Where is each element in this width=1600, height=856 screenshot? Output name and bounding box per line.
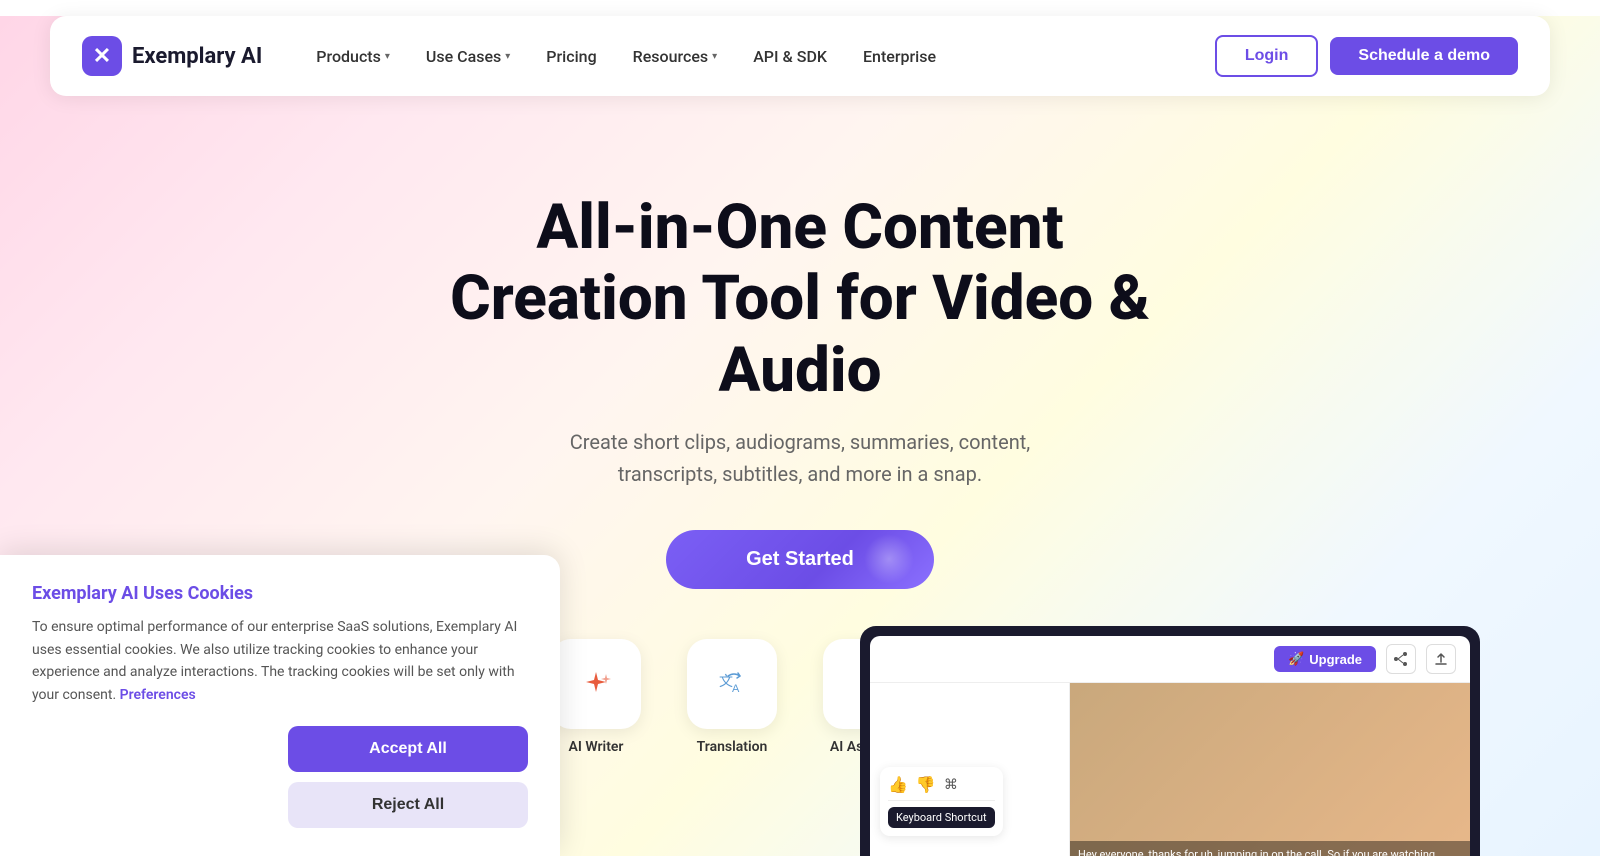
reaction-divider (888, 800, 995, 801)
app-video-area: Hey everyone, thanks for uh, jumping in … (1070, 683, 1470, 856)
feature-translation[interactable]: 文 A Translation (672, 639, 792, 755)
hero-subtitle: Create short clips, audiograms, summarie… (530, 426, 1070, 490)
cookie-preferences-link[interactable]: Preferences (120, 687, 196, 703)
keyboard-shortcut-badge: Keyboard Shortcut (888, 807, 995, 828)
nav-use-cases[interactable]: Use Cases ▾ (412, 39, 524, 74)
get-started-button[interactable]: Get Started (666, 530, 934, 589)
nav-links: Products ▾ Use Cases ▾ Pricing Resources… (302, 39, 1215, 74)
reaction-bar: 👍 👎 ⌘ Keyboard Shortcut (880, 767, 1003, 836)
nav-products[interactable]: Products ▾ (302, 39, 404, 74)
app-sidebar: 👍 👎 ⌘ Keyboard Shortcut (870, 683, 1070, 856)
logo-text: Exemplary AI (132, 44, 262, 69)
cookie-banner: Exemplary AI Uses Cookies To ensure opti… (0, 555, 560, 856)
hero-title: All-in-One Content Creation Tool for Vid… (440, 192, 1160, 406)
video-placeholder: Hey everyone, thanks for uh, jumping in … (1070, 683, 1470, 856)
login-button[interactable]: Login (1215, 35, 1319, 77)
chevron-down-icon: ▾ (505, 51, 510, 62)
logo-icon: ✕ (82, 36, 122, 76)
chevron-down-icon: ▾ (712, 51, 717, 62)
nav-api-sdk[interactable]: API & SDK (739, 39, 841, 74)
share-icon-btn[interactable] (1386, 644, 1416, 674)
svg-text:文: 文 (719, 673, 733, 689)
nav-resources[interactable]: Resources ▾ (619, 39, 732, 74)
transcript-overlay: Hey everyone, thanks for uh, jumping in … (1070, 841, 1470, 856)
cmd-shortcut: ⌘ (944, 777, 958, 793)
app-toolbar: 🚀 Upgrade (870, 636, 1470, 683)
reaction-row-thumbs: 👍 👎 ⌘ (888, 775, 995, 794)
cookie-title: Exemplary AI Uses Cookies (32, 583, 528, 604)
nav-pricing[interactable]: Pricing (532, 39, 610, 74)
ai-writer-icon-box (551, 639, 641, 729)
translation-label: Translation (697, 739, 768, 755)
thumbs-up-icon[interactable]: 👍 (888, 775, 908, 794)
cookie-text: To ensure optimal performance of our ent… (32, 616, 528, 706)
chevron-down-icon: ▾ (385, 51, 390, 62)
rocket-icon: 🚀 (1288, 651, 1304, 667)
ai-writer-label: AI Writer (569, 739, 624, 755)
cookie-buttons: Accept All Reject All (288, 726, 528, 828)
reject-all-button[interactable]: Reject All (288, 782, 528, 828)
app-preview: 🚀 Upgrade (860, 626, 1480, 856)
translation-icon-box: 文 A (687, 639, 777, 729)
schedule-demo-button[interactable]: Schedule a demo (1330, 37, 1518, 75)
nav-actions: Login Schedule a demo (1215, 35, 1518, 77)
navbar: ✕ Exemplary AI Products ▾ Use Cases ▾ Pr… (50, 16, 1550, 96)
upload-icon-btn[interactable] (1426, 644, 1456, 674)
accept-all-button[interactable]: Accept All (288, 726, 528, 772)
nav-enterprise[interactable]: Enterprise (849, 39, 950, 74)
app-content: 👍 👎 ⌘ Keyboard Shortcut Hey everyone, th… (870, 683, 1470, 856)
thumbs-down-icon[interactable]: 👎 (916, 775, 936, 794)
app-preview-inner: 🚀 Upgrade (870, 636, 1470, 856)
svg-text:A: A (732, 683, 740, 695)
upgrade-button[interactable]: 🚀 Upgrade (1274, 646, 1376, 672)
logo-link[interactable]: ✕ Exemplary AI (82, 36, 262, 76)
